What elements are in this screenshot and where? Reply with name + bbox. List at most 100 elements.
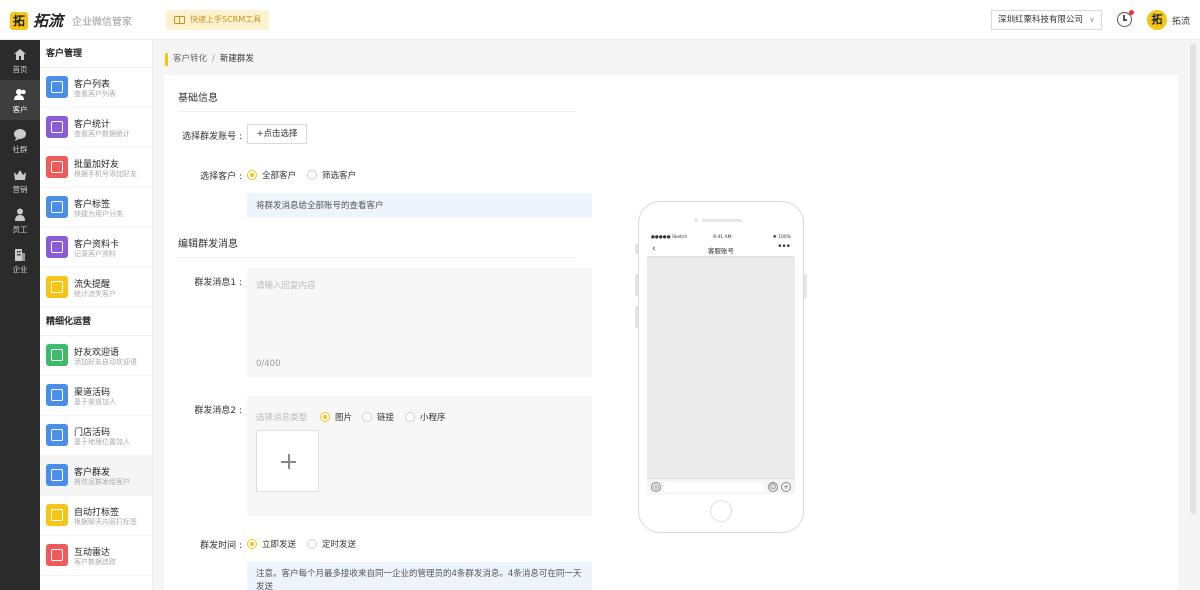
radio-label: 小程序 bbox=[420, 413, 446, 423]
status-time: 9:41 AM bbox=[713, 235, 732, 240]
nav-section-fine-operation: 精细化运营 bbox=[40, 308, 152, 336]
menu-tile-icon bbox=[46, 544, 68, 566]
rail-item-enterprise[interactable]: 企业 bbox=[0, 240, 40, 280]
sidebar-item-sub: 根据聊天内容打标签 bbox=[74, 518, 137, 526]
sidebar-item[interactable]: 好友欢迎语 添加好友自动欢迎语 bbox=[40, 336, 152, 376]
rail-item-staff[interactable]: 员工 bbox=[0, 200, 40, 240]
radio-dot bbox=[307, 170, 317, 180]
rail-item-community[interactable]: 社群 bbox=[0, 120, 40, 160]
emoji-icon: ☺ bbox=[768, 482, 778, 492]
rail-label: 营销 bbox=[12, 185, 28, 194]
book-icon bbox=[174, 16, 185, 24]
quick-start-button[interactable]: 快速上手SCRM工具 bbox=[166, 10, 270, 30]
upload-plus-button[interactable] bbox=[256, 430, 319, 492]
radio-dot bbox=[320, 412, 330, 422]
sidebar-item[interactable]: 自动打标签 根据聊天内容打标签 bbox=[40, 496, 152, 536]
time-label: 群发时间 : bbox=[200, 541, 242, 551]
radio-label: 立即发送 bbox=[262, 540, 297, 550]
sidebar-item[interactable]: 互动雷达 客户数据追踪 bbox=[40, 536, 152, 576]
msg1-char-count: 0/400 bbox=[256, 359, 281, 369]
msg1-placeholder: 请输入回复内容 bbox=[256, 281, 316, 291]
logo[interactable]: 拓 拓流 bbox=[10, 10, 63, 31]
menu-tile-icon bbox=[46, 424, 68, 446]
radio-label: 筛选客户 bbox=[322, 171, 357, 181]
radio-filter-customers[interactable]: 筛选客户 bbox=[307, 169, 356, 181]
rail-label: 员工 bbox=[12, 225, 28, 234]
sidebar-item-sub: 根据手机号添加好友 bbox=[74, 170, 137, 178]
menu-tile-icon bbox=[46, 236, 68, 258]
radio-send-scheduled[interactable]: 定时发送 bbox=[307, 538, 356, 550]
company-select-value: 深圳红栗科技有限公司 bbox=[998, 15, 1084, 25]
phone-input-bar: ◎ ☺ + bbox=[647, 478, 795, 494]
select-account-button[interactable]: +点击选择 bbox=[247, 124, 307, 144]
home-icon bbox=[14, 49, 26, 60]
phone-home-button bbox=[710, 500, 732, 522]
user-name[interactable]: 拓流 bbox=[1172, 14, 1190, 27]
quick-start-label: 快速上手SCRM工具 bbox=[190, 15, 262, 24]
rail-item-home[interactable]: 首页 bbox=[0, 40, 40, 80]
menu-tile-icon bbox=[46, 464, 68, 486]
msg2-label: 群发消息2 : bbox=[194, 406, 242, 416]
menu-tile-icon bbox=[46, 504, 68, 526]
sidebar-item[interactable]: 客户列表 查看客户列表 bbox=[40, 68, 152, 108]
phone-screen: ●●●●● Sketch 9:41 AM ✱ 100% ‹ 客服账号 ••• ◎… bbox=[647, 232, 795, 494]
rail-item-marketing[interactable]: 营销 bbox=[0, 160, 40, 200]
sidebar-item[interactable]: 客户资料卡 记录客户资料 bbox=[40, 228, 152, 268]
phone-status-bar: ●●●●● Sketch 9:41 AM ✱ 100% bbox=[647, 232, 795, 242]
rail-label: 企业 bbox=[12, 265, 28, 274]
phone-camera bbox=[694, 218, 698, 222]
radio-label: 定时发送 bbox=[322, 540, 357, 550]
radio-dot bbox=[362, 412, 372, 422]
menu-tile-icon bbox=[46, 76, 68, 98]
more-dots-icon: ••• bbox=[777, 242, 791, 252]
menu-tile-icon bbox=[46, 156, 68, 178]
rail-item-customer[interactable]: 客户 bbox=[0, 80, 40, 120]
time-info-box: 注意。客户每个月最多接收来自同一企业的管理员的4条群发消息。4条消息可在同一天发… bbox=[247, 562, 592, 590]
avatar[interactable]: 拓 bbox=[1147, 10, 1167, 30]
radio-msg-link[interactable]: 链接 bbox=[362, 411, 394, 423]
sidebar-item[interactable]: 批量加好友 根据手机号添加好友 bbox=[40, 148, 152, 188]
radio-msg-image[interactable]: 图片 bbox=[320, 411, 352, 423]
rail-label: 首页 bbox=[12, 65, 28, 74]
company-select[interactable]: 深圳红栗科技有限公司 ∨ bbox=[991, 10, 1102, 30]
sidebar-item[interactable]: 客户群发 将信息群发给客户 bbox=[40, 456, 152, 496]
sub-sidebar: 客户管理 客户列表 查看客户列表 客户统计 查看客户数据统计 批量加好友 根据手机号添加好… bbox=[40, 40, 153, 590]
sidebar-item[interactable]: 客户标签 快捷为用户分类 bbox=[40, 188, 152, 228]
customer-label: 选择客户 : bbox=[200, 172, 242, 182]
msg1-label: 群发消息1 : bbox=[194, 278, 242, 288]
phone-side-button bbox=[635, 244, 638, 254]
status-carrier: ●●●●● Sketch bbox=[651, 235, 688, 240]
breadcrumb-parent[interactable]: 客户转化 bbox=[173, 54, 207, 64]
radio-msg-miniprogram[interactable]: 小程序 bbox=[405, 411, 446, 423]
phone-side-button bbox=[635, 274, 638, 296]
sidebar-item-sub: 查看客户数据统计 bbox=[74, 130, 130, 138]
menu-tile-icon bbox=[46, 344, 68, 366]
phone-side-button bbox=[635, 306, 638, 328]
radio-all-customers[interactable]: 全部客户 bbox=[247, 169, 296, 181]
sidebar-item[interactable]: 门店活码 基于地理位置加人 bbox=[40, 416, 152, 456]
sidebar-item-sub: 添加好友自动欢迎语 bbox=[74, 358, 137, 366]
sidebar-item[interactable]: 渠道活码 基于渠道加人 bbox=[40, 376, 152, 416]
status-battery: ✱ 100% bbox=[772, 235, 791, 240]
breadcrumb-separator: / bbox=[212, 54, 215, 64]
nav-section-customer-management: 客户管理 bbox=[40, 40, 152, 68]
sidebar-item-sub: 客户数据追踪 bbox=[74, 558, 116, 566]
sidebar-item[interactable]: 客户统计 查看客户数据统计 bbox=[40, 108, 152, 148]
msg1-textarea[interactable]: 请输入回复内容 0/400 bbox=[247, 268, 592, 378]
person-icon bbox=[15, 208, 25, 221]
chevron-down-icon: ∨ bbox=[1089, 15, 1095, 24]
crown-icon bbox=[14, 170, 26, 180]
logo-badge: 拓 bbox=[10, 11, 28, 30]
radio-label: 图片 bbox=[335, 413, 353, 423]
chat-icon bbox=[14, 129, 26, 141]
radio-send-now[interactable]: 立即发送 bbox=[247, 538, 296, 550]
menu-tile-icon bbox=[46, 276, 68, 298]
radio-label: 全部客户 bbox=[262, 171, 297, 181]
sidebar-item[interactable]: 流失提醒 统计流失客户 bbox=[40, 268, 152, 308]
phone-side-button bbox=[804, 274, 807, 298]
sidebar-item-sub: 查看客户列表 bbox=[74, 90, 116, 98]
sidebar-item-sub: 快捷为用户分类 bbox=[74, 210, 123, 218]
customer-info-box: 将群发消息给全部账号的查看客户 bbox=[247, 193, 592, 218]
plus-icon: + bbox=[781, 482, 791, 492]
page-scrollbar[interactable] bbox=[1190, 44, 1196, 514]
